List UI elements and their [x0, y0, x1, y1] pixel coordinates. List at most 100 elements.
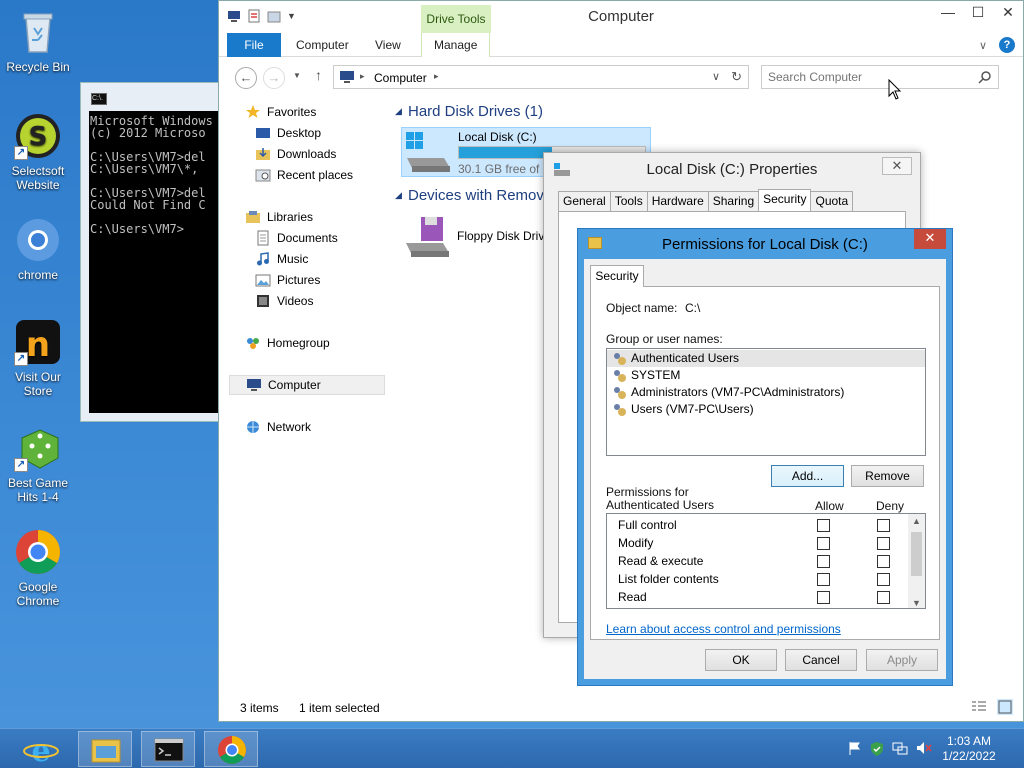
allow-checkbox[interactable] [817, 573, 830, 586]
permissions-close-button[interactable]: ✕ [914, 229, 946, 249]
details-view-icon[interactable] [971, 699, 987, 715]
nav-computer[interactable]: Computer [229, 375, 385, 395]
address-dropdown-icon[interactable]: ∨ [712, 70, 720, 83]
permissions-dialog[interactable]: Permissions for Local Disk (C:) ✕ Securi… [577, 228, 953, 686]
nav-documents[interactable]: Documents [255, 228, 411, 248]
allow-checkbox[interactable] [817, 537, 830, 550]
tab-tools[interactable]: Tools [609, 191, 648, 211]
learn-access-control-link[interactable]: Learn about access control and permissio… [606, 622, 841, 636]
cmd-icon: C:\. [91, 93, 107, 105]
flag-icon[interactable] [848, 741, 862, 758]
refresh-icon[interactable]: ↻ [731, 69, 742, 85]
cmd-titlebar[interactable]: C:\. [81, 83, 239, 111]
expand-ribbon-chevron-icon[interactable]: ∨ [979, 39, 987, 52]
desktop-icon-visit-store[interactable]: n ↗ Visit Our Store [4, 318, 72, 398]
minimize-button[interactable]: — [933, 1, 963, 25]
permissions-scrollbar[interactable]: ▲ ▼ [908, 514, 925, 608]
desktop-icon-google-chrome[interactable]: Google Chrome [4, 528, 72, 608]
floppy-drive-item[interactable]: Floppy Disk Drive [401, 213, 561, 259]
breadcrumb-separator-icon[interactable]: ▸ [360, 71, 365, 82]
list-item-user[interactable]: Users (VM7-PC\Users) [607, 401, 925, 418]
star-icon [245, 104, 261, 120]
tab-computer[interactable]: Computer [296, 33, 349, 57]
desktop-icon-recycle-bin[interactable]: Recycle Bin [4, 8, 72, 74]
taskbar-command-prompt[interactable] [141, 731, 195, 767]
nav-desktop[interactable]: Desktop [255, 123, 411, 143]
deny-checkbox[interactable] [877, 591, 890, 604]
tab-security[interactable]: Security [758, 189, 812, 211]
help-icon[interactable]: ? [999, 37, 1015, 53]
cancel-button[interactable]: Cancel [785, 649, 857, 671]
forward-button[interactable]: → [263, 67, 285, 89]
scroll-down-arrow-icon[interactable]: ▼ [908, 598, 925, 608]
nav-label: Music [277, 252, 309, 266]
allow-checkbox[interactable] [817, 519, 830, 532]
nav-network[interactable]: Network [245, 417, 401, 437]
network-status-icon[interactable] [892, 741, 908, 758]
nav-libraries[interactable]: Libraries [245, 207, 401, 227]
large-icons-view-icon[interactable] [997, 699, 1013, 715]
group-collapse-icon[interactable]: ◢ [395, 106, 402, 117]
nav-videos[interactable]: Videos [255, 291, 411, 311]
remove-button[interactable]: Remove [851, 465, 924, 487]
desktop-icon-chrome[interactable]: chrome [4, 216, 72, 282]
desktop-icon-label: Best Game Hits 1-4 [7, 476, 69, 504]
cmd-console-output[interactable]: Microsoft Windows (c) 2012 Microso C:\Us… [89, 111, 239, 413]
search-box[interactable] [761, 65, 999, 89]
tab-view[interactable]: View [375, 33, 401, 57]
deny-checkbox[interactable] [877, 573, 890, 586]
list-item-user[interactable]: SYSTEM [607, 367, 925, 384]
group-collapse-icon[interactable]: ◢ [395, 190, 402, 201]
tab-sharing[interactable]: Sharing [707, 191, 760, 211]
taskbar-internet-explorer[interactable]: e [14, 731, 68, 768]
address-box[interactable]: ▸ Computer ▸ ∨ ↻ [333, 65, 749, 89]
allow-checkbox[interactable] [817, 555, 830, 568]
deny-checkbox[interactable] [877, 519, 890, 532]
desktop-icon-best-game-hits[interactable]: ↗ Best Game Hits 1-4 [4, 424, 72, 504]
search-input[interactable] [768, 70, 968, 84]
ok-button[interactable]: OK [705, 649, 777, 671]
taskbar-clock[interactable]: 1:03 AM 1/22/2022 [934, 734, 1004, 764]
explorer-titlebar[interactable]: ▼ Drive Tools Computer — ☐ ✕ [219, 1, 1023, 33]
nav-music[interactable]: Music [255, 249, 411, 269]
up-arrow-icon[interactable]: ↑ [315, 67, 322, 83]
nav-pictures[interactable]: Pictures [255, 270, 411, 290]
tab-security[interactable]: Security [590, 265, 644, 287]
list-item-user[interactable]: Administrators (VM7-PC\Administrators) [607, 384, 925, 401]
desktop-icon-selectsoft[interactable]: S ↗ Selectsoft Website [4, 112, 72, 192]
apply-button[interactable]: Apply [866, 649, 938, 671]
nav-recent-places[interactable]: Recent places [255, 165, 411, 185]
security-shield-icon[interactable] [870, 741, 884, 760]
breadcrumb-separator-icon[interactable]: ▸ [434, 71, 439, 82]
properties-titlebar[interactable]: Local Disk (C:) Properties ✕ [544, 153, 920, 185]
properties-close-button[interactable]: ✕ [882, 157, 912, 175]
permissions-grid[interactable]: Full control Modify Read & execute List … [606, 513, 926, 609]
tab-file[interactable]: File [227, 33, 281, 57]
tab-general[interactable]: General [558, 191, 611, 211]
deny-checkbox[interactable] [877, 537, 890, 550]
tab-hardware[interactable]: Hardware [646, 191, 709, 211]
tab-manage[interactable]: Manage [421, 33, 491, 57]
search-icon[interactable] [978, 70, 992, 84]
speaker-muted-icon[interactable] [916, 741, 932, 758]
recent-locations-dropdown-icon[interactable]: ▼ [293, 71, 301, 80]
scrollbar-thumb[interactable] [911, 532, 922, 576]
add-button[interactable]: Add... [771, 465, 844, 487]
allow-checkbox[interactable] [817, 591, 830, 604]
nav-downloads[interactable]: Downloads [255, 144, 411, 164]
maximize-button[interactable]: ☐ [963, 1, 993, 25]
users-list[interactable]: Authenticated Users SYSTEM Administrator… [606, 348, 926, 456]
nav-favorites[interactable]: Favorites [245, 102, 401, 122]
breadcrumb-computer[interactable]: Computer [374, 71, 427, 85]
scroll-up-arrow-icon[interactable]: ▲ [908, 516, 925, 526]
command-prompt-window[interactable]: C:\. Microsoft Windows (c) 2012 Microso … [80, 82, 240, 422]
list-item-user[interactable]: Authenticated Users [607, 350, 925, 367]
taskbar-file-explorer[interactable] [78, 731, 132, 767]
close-button[interactable]: ✕ [993, 1, 1023, 25]
nav-homegroup[interactable]: Homegroup [245, 333, 401, 353]
permissions-titlebar[interactable]: Permissions for Local Disk (C:) ✕ [578, 229, 952, 259]
taskbar-google-chrome[interactable] [204, 731, 258, 767]
tab-quota[interactable]: Quota [810, 191, 854, 211]
deny-checkbox[interactable] [877, 555, 890, 568]
back-button[interactable]: ← [235, 67, 257, 89]
